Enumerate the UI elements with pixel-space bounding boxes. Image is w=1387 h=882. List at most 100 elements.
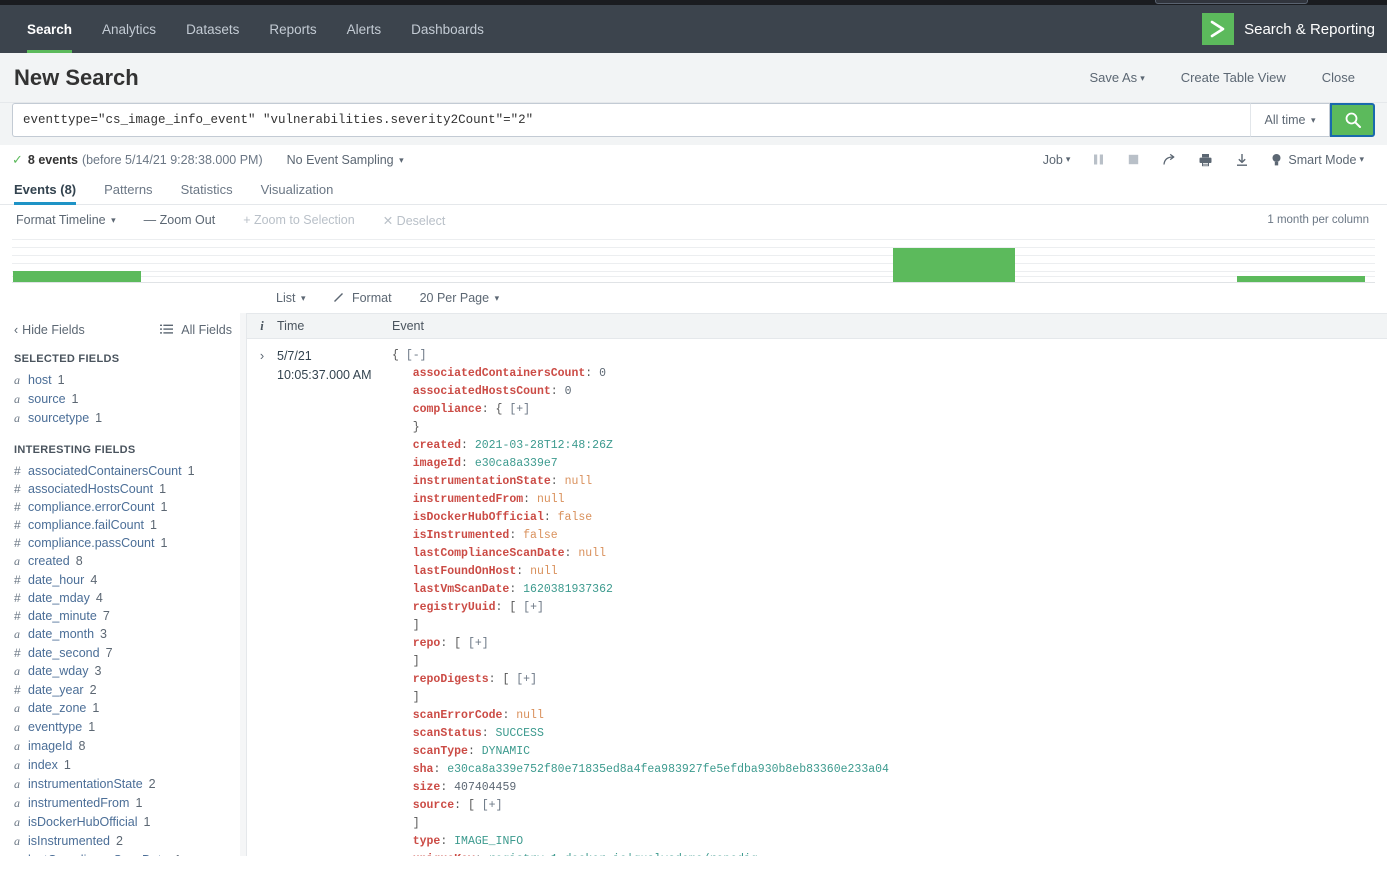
json-value[interactable]: DYNAMIC <box>482 745 530 758</box>
format-timeline-button[interactable]: Format Timeline ▾ <box>12 213 130 227</box>
json-value[interactable]: 0 <box>599 367 606 380</box>
field-item-host[interactable]: ahost1 <box>0 371 246 390</box>
json-value[interactable]: IMAGE_INFO <box>454 835 523 848</box>
json-value[interactable]: false <box>523 529 558 542</box>
json-key[interactable]: scanErrorCode <box>413 709 503 722</box>
field-item-isInstrumented[interactable]: aisInstrumented2 <box>0 832 246 851</box>
nav-item-alerts[interactable]: Alerts <box>332 5 397 53</box>
field-item-sourcetype[interactable]: asourcetype1 <box>0 409 246 428</box>
field-item-compliance-passCount[interactable]: #compliance.passCount1 <box>0 534 246 552</box>
json-key[interactable]: associatedContainersCount <box>413 367 586 380</box>
json-value[interactable]: false <box>558 511 593 524</box>
json-key[interactable]: compliance <box>413 403 482 416</box>
search-input[interactable]: eventtype="cs_image_info_event" "vulnera… <box>12 103 1250 137</box>
json-key[interactable]: repo <box>413 637 441 650</box>
run-search-button[interactable] <box>1330 103 1375 137</box>
field-item-instrumentationState[interactable]: ainstrumentationState2 <box>0 775 246 794</box>
timeline-bar[interactable] <box>893 248 1015 283</box>
field-item-created[interactable]: acreated8 <box>0 552 246 571</box>
json-value[interactable]: null <box>537 493 565 506</box>
field-item-index[interactable]: aindex1 <box>0 756 246 775</box>
field-item-date_month[interactable]: adate_month3 <box>0 625 246 644</box>
json-expand-toggle[interactable]: [+] <box>523 601 544 614</box>
field-item-date_zone[interactable]: adate_zone1 <box>0 699 246 718</box>
json-value[interactable]: 0 <box>565 385 572 398</box>
json-value[interactable]: [ <box>509 601 523 614</box>
all-fields-button[interactable]: All Fields <box>160 323 232 337</box>
close-button[interactable]: Close <box>1304 70 1373 85</box>
json-key[interactable]: associatedHostsCount <box>413 385 551 398</box>
field-item-compliance-errorCount[interactable]: #compliance.errorCount1 <box>0 498 246 516</box>
field-item-date_year[interactable]: #date_year2 <box>0 681 246 699</box>
nav-item-analytics[interactable]: Analytics <box>87 5 171 53</box>
json-value[interactable]: SUCCESS <box>496 727 544 740</box>
nav-item-datasets[interactable]: Datasets <box>171 5 254 53</box>
pause-button[interactable] <box>1081 153 1116 166</box>
json-expand-toggle[interactable]: [+] <box>468 637 489 650</box>
json-value[interactable]: null <box>578 547 606 560</box>
json-collapse-toggle[interactable]: [-] <box>406 349 427 362</box>
field-item-date_wday[interactable]: adate_wday3 <box>0 662 246 681</box>
field-item-isDockerHubOfficial[interactable]: aisDockerHubOfficial1 <box>0 813 246 832</box>
json-key[interactable]: instrumentationState <box>413 475 551 488</box>
zoom-to-selection-button[interactable]: + Zoom to Selection <box>229 213 369 227</box>
field-item-eventtype[interactable]: aeventtype1 <box>0 718 246 737</box>
json-key[interactable]: registryUuid <box>413 601 496 614</box>
job-dropdown[interactable]: Job ▾ <box>1032 153 1082 167</box>
json-value[interactable]: e30ca8a339e752f80e71835ed8a4fea983927fe5… <box>447 763 889 776</box>
json-value[interactable]: [ <box>468 799 482 812</box>
format-results-button[interactable]: Format <box>319 291 405 305</box>
tab-events[interactable]: Events (8) <box>12 182 90 204</box>
json-expand-toggle[interactable]: [+] <box>516 673 537 686</box>
view-mode-dropdown[interactable]: List ▾ <box>262 291 319 305</box>
json-key[interactable]: instrumentedFrom <box>413 493 523 506</box>
hide-fields-button[interactable]: ‹Hide Fields <box>14 323 85 337</box>
sidebar-scrollbar[interactable] <box>240 313 246 856</box>
json-value[interactable]: null <box>530 565 558 578</box>
expand-row-icon[interactable]: › <box>247 347 277 856</box>
nav-item-reports[interactable]: Reports <box>254 5 331 53</box>
field-item-source[interactable]: asource1 <box>0 390 246 409</box>
field-item-date_mday[interactable]: #date_mday4 <box>0 589 246 607</box>
json-key[interactable]: uniqueKey <box>413 853 475 856</box>
json-value[interactable]: registry-1.docker.io|qualysdemo/repodig <box>489 853 758 856</box>
share-button[interactable] <box>1151 153 1187 167</box>
json-value[interactable]: e30ca8a339e7 <box>475 457 558 470</box>
zoom-out-button[interactable]: — Zoom Out <box>130 213 230 227</box>
json-key[interactable]: created <box>413 439 461 452</box>
json-value[interactable]: null <box>565 475 593 488</box>
json-value[interactable]: [ <box>454 637 468 650</box>
field-item-lastComplianceScanDate[interactable]: alastComplianceScanDate1 <box>0 851 246 856</box>
field-item-compliance-failCount[interactable]: #compliance.failCount1 <box>0 516 246 534</box>
json-key[interactable]: lastComplianceScanDate <box>413 547 565 560</box>
json-key[interactable]: source <box>413 799 454 812</box>
search-mode-dropdown[interactable]: Smart Mode ▾ <box>1260 153 1375 167</box>
json-key[interactable]: repoDigests <box>413 673 489 686</box>
json-key[interactable]: isInstrumented <box>413 529 510 542</box>
json-value[interactable]: 407404459 <box>454 781 516 794</box>
per-page-dropdown[interactable]: 20 Per Page ▾ <box>406 291 514 305</box>
field-item-instrumentedFrom[interactable]: ainstrumentedFrom1 <box>0 794 246 813</box>
events-timeline-chart[interactable] <box>12 235 1375 283</box>
json-value[interactable]: 2021-03-28T12:48:26Z <box>475 439 613 452</box>
save-as-button[interactable]: Save As▾ <box>1071 70 1162 85</box>
json-key[interactable]: lastFoundOnHost <box>413 565 517 578</box>
json-expand-toggle[interactable]: [+] <box>509 403 530 416</box>
export-button[interactable] <box>1224 153 1260 167</box>
json-value[interactable]: [ <box>502 673 516 686</box>
tab-statistics[interactable]: Statistics <box>167 182 247 204</box>
json-key[interactable]: isDockerHubOfficial <box>413 511 544 524</box>
json-value[interactable]: 1620381937362 <box>523 583 613 596</box>
deselect-button[interactable]: ✕ Deselect <box>369 213 460 228</box>
time-range-picker[interactable]: All time ▾ <box>1250 103 1330 137</box>
tab-visualization[interactable]: Visualization <box>247 182 348 204</box>
json-key[interactable]: scanType <box>413 745 468 758</box>
print-button[interactable] <box>1187 153 1224 167</box>
json-key[interactable]: size <box>413 781 441 794</box>
json-expand-toggle[interactable]: [+] <box>482 799 503 812</box>
nav-item-dashboards[interactable]: Dashboards <box>396 5 499 53</box>
json-value[interactable]: { <box>496 403 510 416</box>
field-item-associatedHostsCount[interactable]: #associatedHostsCount1 <box>0 480 246 498</box>
stop-button[interactable] <box>1116 153 1151 166</box>
field-item-associatedContainersCount[interactable]: #associatedContainersCount1 <box>0 462 246 480</box>
